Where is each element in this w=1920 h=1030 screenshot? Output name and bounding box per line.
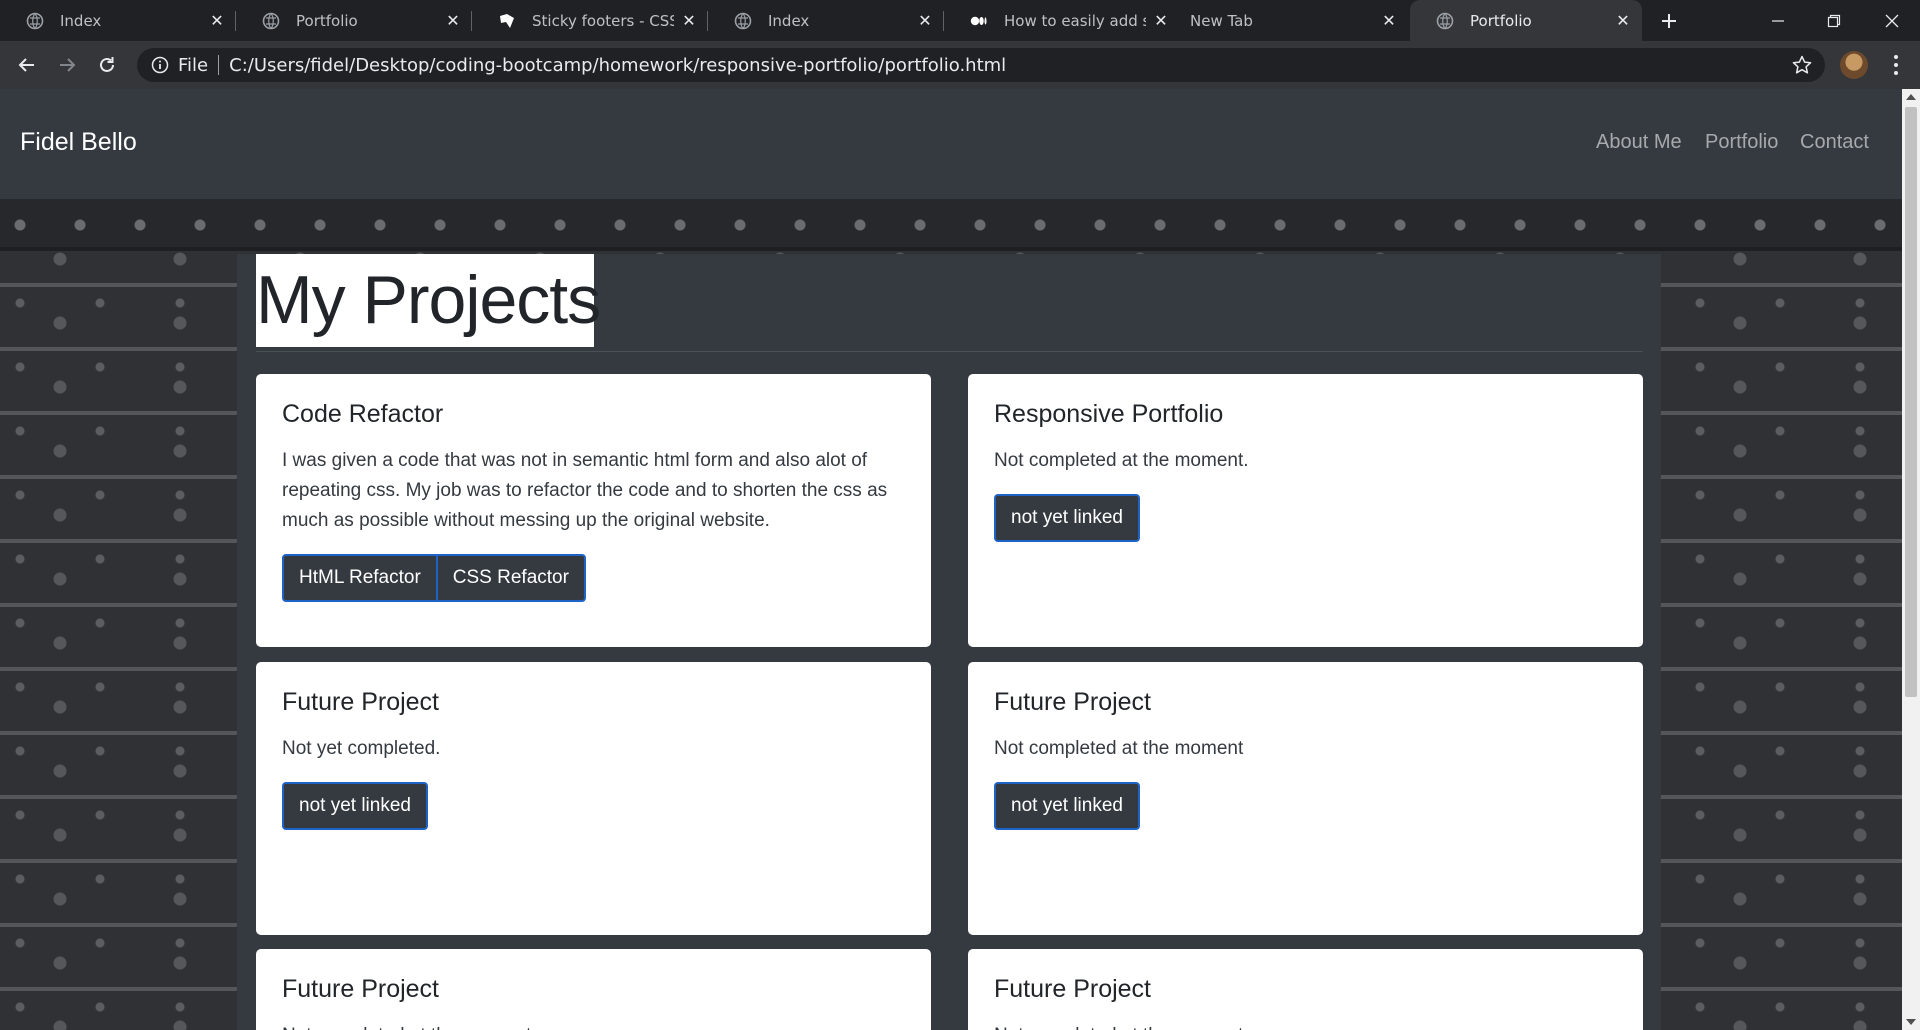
address-bar[interactable]: File C:/Users/fidel/Desktop/coding-bootc…	[137, 48, 1825, 82]
heading-divider	[256, 351, 1643, 352]
mdn-icon	[498, 12, 516, 30]
nav-link-contact[interactable]: Contact	[1800, 131, 1869, 154]
plus-icon	[1662, 13, 1676, 28]
new-tab-button[interactable]	[1648, 0, 1690, 41]
card-title: Code Refactor	[282, 400, 444, 428]
nav-link-portfolio[interactable]: Portfolio	[1705, 131, 1778, 154]
tab-title: Sticky footers - CSS: Ca	[532, 11, 674, 30]
arrow-left-icon	[18, 58, 34, 72]
card-title: Future Project	[994, 688, 1152, 716]
close-icon[interactable]: ✕	[438, 11, 468, 30]
profile-avatar[interactable]	[1840, 51, 1868, 79]
medium-icon	[970, 12, 988, 30]
project-card: Future Project Not yet completed. not ye…	[256, 662, 931, 935]
card-text: Not completed at the moment.	[994, 450, 1249, 471]
tab-title: New Tab	[1190, 11, 1253, 30]
html-refactor-button[interactable]: HtML Refactor	[282, 554, 437, 602]
card-text: I was given a code that was not in seman…	[282, 450, 888, 531]
vertical-scrollbar[interactable]	[1902, 89, 1920, 1030]
globe-icon	[26, 12, 44, 30]
page-title: My Projects	[256, 262, 601, 338]
close-icon[interactable]: ✕	[910, 11, 940, 30]
tab-title: Portfolio	[296, 11, 358, 30]
project-card: Code Refactor I was given a code that wa…	[256, 374, 931, 647]
tab-new-tab[interactable]: New Tab ✕	[1180, 0, 1408, 41]
browser-menu-icon[interactable]	[1884, 41, 1908, 89]
close-icon[interactable]: ✕	[1374, 11, 1404, 30]
url-text[interactable]: C:/Users/fidel/Desktop/coding-bootcamp/h…	[229, 55, 1006, 76]
tab-title: Portfolio	[1470, 11, 1532, 30]
restore-button[interactable]	[1806, 0, 1862, 41]
card-title: Future Project	[282, 975, 440, 1003]
close-icon[interactable]: ✕	[1608, 11, 1638, 30]
not-yet-linked-button[interactable]: not yet linked	[994, 494, 1140, 542]
project-card: Responsive Portfolio Not completed at th…	[968, 374, 1643, 647]
close-icon[interactable]: ✕	[1146, 11, 1176, 30]
card-title: Future Project	[994, 975, 1152, 1003]
globe-icon	[1436, 12, 1454, 30]
omnibox-divider	[218, 55, 220, 75]
button-group: HtML Refactor CSS Refactor	[282, 554, 586, 602]
reload-icon	[100, 57, 114, 72]
card-title: Future Project	[282, 688, 440, 716]
restore-icon	[1827, 14, 1841, 27]
tab-portfolio-1[interactable]: Portfolio ✕	[236, 0, 472, 41]
close-icon[interactable]: ✕	[202, 11, 232, 30]
window-close-button[interactable]	[1864, 0, 1920, 41]
not-yet-linked-button[interactable]: not yet linked	[282, 782, 428, 830]
info-icon[interactable]	[150, 55, 170, 75]
star-icon[interactable]	[1791, 54, 1813, 76]
decorative-pattern-band	[0, 199, 1902, 251]
css-refactor-button[interactable]: CSS Refactor	[436, 554, 586, 602]
scroll-down-arrow-icon[interactable]	[1906, 1019, 1916, 1025]
site-brand[interactable]: Fidel Bello	[20, 128, 137, 157]
back-button[interactable]	[9, 41, 45, 89]
tab-medium[interactable]: How to easily add scre ✕	[944, 0, 1180, 41]
project-card: Future Project Not completed at the mome…	[968, 949, 1643, 1030]
tab-title: How to easily add scre	[1004, 11, 1146, 30]
project-card: Future Project Not completed at the mome…	[256, 949, 931, 1030]
minimize-icon	[1772, 19, 1784, 22]
site-navbar: Fidel Bello About Me Portfolio Contact	[0, 89, 1902, 199]
tab-index-2[interactable]: Index ✕	[708, 0, 944, 41]
forward-button[interactable]	[49, 41, 85, 89]
arrow-right-icon	[60, 58, 76, 72]
scroll-up-arrow-icon[interactable]	[1906, 94, 1916, 100]
scheme-label: File	[178, 54, 209, 76]
tab-portfolio-active[interactable]: Portfolio ✕	[1410, 0, 1642, 41]
tab-index-1[interactable]: Index ✕	[0, 0, 236, 41]
globe-icon	[734, 12, 752, 30]
card-text: Not completed at the moment	[994, 738, 1244, 759]
tab-sticky-footers[interactable]: Sticky footers - CSS: Ca ✕	[472, 0, 708, 41]
not-yet-linked-button[interactable]: not yet linked	[994, 782, 1140, 830]
browser-toolbar: File C:/Users/fidel/Desktop/coding-bootc…	[0, 41, 1920, 89]
reload-button[interactable]	[89, 41, 125, 89]
project-card: Future Project Not completed at the mome…	[968, 662, 1643, 935]
close-icon[interactable]: ✕	[674, 11, 704, 30]
card-text: Not yet completed.	[282, 738, 441, 759]
globe-icon	[262, 12, 280, 30]
close-icon	[1885, 14, 1899, 27]
tab-title: Index	[60, 11, 102, 30]
card-title: Responsive Portfolio	[994, 400, 1224, 428]
card-text: Not completed at the moment	[994, 1021, 1624, 1030]
card-text: Not completed at the moment	[282, 1021, 912, 1030]
nav-link-about-me[interactable]: About Me	[1596, 131, 1682, 154]
scrollbar-thumb[interactable]	[1905, 107, 1917, 697]
tab-title: Index	[768, 11, 810, 30]
browser-tab-strip: Index ✕ Portfolio ✕ Sticky footers - CSS…	[0, 0, 1920, 41]
minimize-button[interactable]	[1750, 0, 1806, 41]
